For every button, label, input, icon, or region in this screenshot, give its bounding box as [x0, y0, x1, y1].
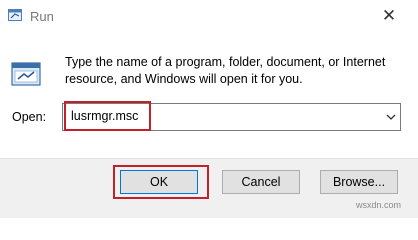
instruction-text: Type the name of a program, folder, docu… [65, 55, 386, 86]
title-bar: Run ✕ [0, 0, 418, 32]
run-dialog: Run ✕ Type the name of a program, folder… [0, 0, 418, 218]
watermark: wsxdn.com [356, 200, 402, 210]
open-combobox[interactable]: lusrmgr.msc [62, 103, 401, 131]
run-app-icon [11, 62, 41, 86]
open-label: Open: [12, 110, 47, 124]
cancel-button[interactable]: Cancel [222, 170, 300, 194]
open-input[interactable]: lusrmgr.msc [71, 109, 138, 123]
ok-button[interactable]: OK [120, 170, 198, 194]
browse-button[interactable]: Browse... [320, 170, 398, 194]
run-icon [8, 9, 22, 21]
close-button[interactable]: ✕ [366, 0, 412, 32]
window-title: Run [30, 9, 54, 24]
chevron-down-icon[interactable] [386, 113, 396, 121]
close-icon: ✕ [381, 6, 397, 25]
